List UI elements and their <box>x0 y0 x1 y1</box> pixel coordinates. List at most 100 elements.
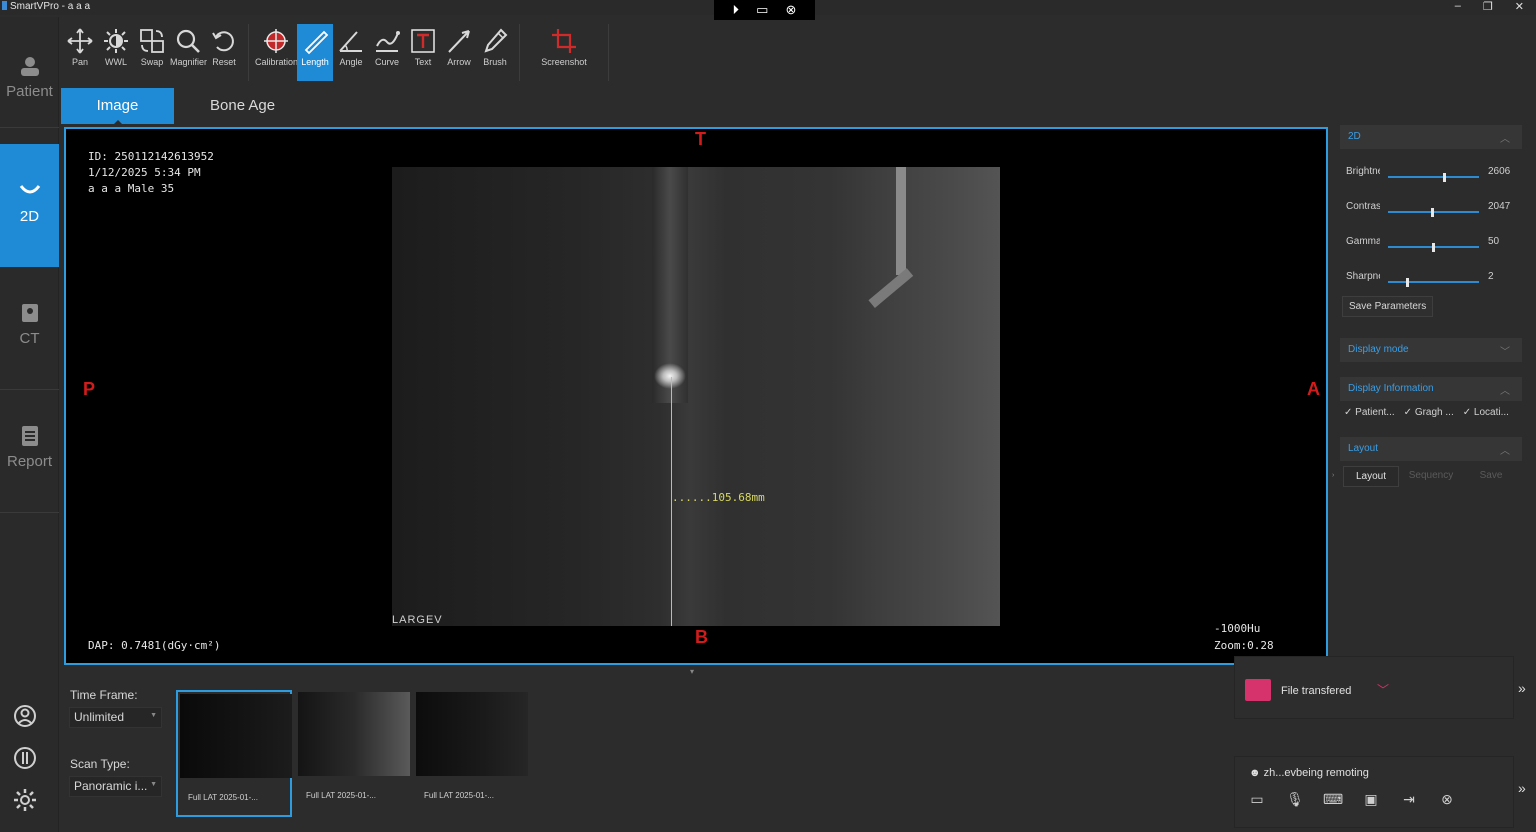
thumbnail-2[interactable]: Full LAT 2025-01-... <box>296 690 412 817</box>
display-info-header[interactable]: Display Information ︿ <box>1340 377 1522 401</box>
expand-right-icon[interactable]: » <box>1518 780 1526 796</box>
image-viewer[interactable]: ID: 250112142613952 1/12/2025 5:34 PM a … <box>64 127 1328 665</box>
nav-label-ct: CT <box>19 330 40 347</box>
check-patient[interactable]: ✓ Patient... <box>1344 407 1395 418</box>
gear-icon[interactable] <box>12 787 38 813</box>
thumbnail-image <box>298 692 410 776</box>
nav-item-2d[interactable]: 2D <box>0 144 59 267</box>
tool-label: Calibration <box>255 57 299 67</box>
tool-label: Swap <box>140 57 164 67</box>
nav-label-patient: Patient <box>6 83 53 100</box>
xray-marker <box>654 363 686 389</box>
length-tool-button[interactable]: Length <box>297 24 333 81</box>
check-patient-label: Patient... <box>1355 407 1395 418</box>
gamma-value: 50 <box>1488 236 1500 247</box>
nav-label-report: Report <box>6 453 53 470</box>
tool-label: Arrow <box>447 57 471 67</box>
thumbnail-caption: Full LAT 2025-01-... <box>424 791 494 800</box>
close-button[interactable]: ✕ <box>1515 0 1524 13</box>
dap-readout: DAP: 0.7481(dGy·cm²) <box>88 639 221 652</box>
wwl-tool-button[interactable]: WWL <box>98 24 134 81</box>
slider-knob[interactable] <box>1432 243 1435 252</box>
save-parameters-button[interactable]: Save Parameters <box>1342 296 1434 317</box>
minimize-button[interactable]: – <box>1455 0 1461 13</box>
layout-header[interactable]: Layout ︿ <box>1340 437 1522 461</box>
notification-text: File transfered <box>1281 685 1352 697</box>
toolbar: Pan WWL Swap Magnifier Reset Calibration… <box>62 24 615 82</box>
tab-bone-age[interactable]: Bone Age <box>174 88 311 124</box>
calibration-tool-button[interactable]: Calibration <box>255 24 299 81</box>
reset-tool-button[interactable]: Reset <box>206 24 242 81</box>
nav-label-2d: 2D <box>19 208 40 225</box>
arrow-tool-button[interactable]: Arrow <box>441 24 477 81</box>
thumbnail-image <box>416 692 528 776</box>
pan-tool-button[interactable]: Pan <box>62 24 98 81</box>
nav-item-patient[interactable]: Patient <box>0 55 59 100</box>
magnifier-tool-button[interactable]: Magnifier <box>170 24 207 81</box>
time-frame-value: Unlimited <box>74 710 125 724</box>
expand-right-icon[interactable]: » <box>1518 680 1526 696</box>
gamma-label: Gamma <box>1346 236 1380 247</box>
tool-label: Screenshot <box>541 57 587 67</box>
time-frame-select[interactable]: Unlimited ▼ <box>69 707 162 728</box>
tool-label: Reset <box>212 57 236 67</box>
contrast-slider[interactable] <box>1388 208 1479 217</box>
dropdown-arrow-icon: ▼ <box>150 712 157 719</box>
restore-button[interactable]: ❐ <box>1483 0 1493 13</box>
chevron-down-icon[interactable]: ﹀ <box>1377 681 1389 698</box>
sharpness-slider[interactable] <box>1388 278 1479 287</box>
file-transfer-icon[interactable]: ⇥ <box>1399 789 1419 809</box>
text-box-icon[interactable]: ▣ <box>1361 789 1381 809</box>
remote-pointer-icon[interactable]: ⏵ <box>733 2 740 18</box>
disconnect-icon[interactable]: ⊗ <box>1437 789 1457 809</box>
check-graph-label: Gragh ... <box>1414 407 1454 418</box>
gamma-slider[interactable] <box>1388 243 1479 252</box>
tab-image[interactable]: Image <box>61 88 174 125</box>
keyboard-icon[interactable]: ⌨ <box>1323 789 1343 809</box>
text-tool-button[interactable]: Text <box>405 24 441 81</box>
scan-type-select[interactable]: Panoramic i... ▼ <box>69 776 162 797</box>
nav-item-report[interactable]: Report <box>0 425 59 470</box>
arrow-icon <box>448 30 470 53</box>
layout-expand-icon[interactable]: › <box>1332 472 1334 479</box>
brightness-label: Brightness <box>1346 166 1380 177</box>
screenshot-icon <box>552 29 576 53</box>
check-graph[interactable]: ✓ Gragh ... <box>1404 407 1454 418</box>
angle-tool-button[interactable]: Angle <box>333 24 369 81</box>
curve-tool-button[interactable]: Curve <box>369 24 405 81</box>
remote-session-text: zh...evbeing remoting <box>1263 767 1369 779</box>
tool-label: WWL <box>105 57 127 67</box>
check-location[interactable]: ✓ Locati... <box>1463 407 1509 418</box>
sequency-button[interactable]: Sequency <box>1403 466 1459 487</box>
patient-overlay: ID: 250112142613952 1/12/2025 5:34 PM a … <box>88 149 214 197</box>
screenshot-tool-button[interactable]: Screenshot <box>526 24 602 81</box>
slider-knob[interactable] <box>1431 208 1435 217</box>
info-icon[interactable] <box>12 745 38 771</box>
thumbnail-3[interactable]: Full LAT 2025-01-... <box>414 690 530 817</box>
remote-close-icon[interactable]: ⊗ <box>786 2 797 18</box>
nav-item-ct[interactable]: CT <box>0 302 59 347</box>
remote-session-label: ☻ zh...evbeing remoting <box>1249 767 1369 779</box>
display-mode-title: Display mode <box>1348 344 1409 355</box>
collapse-arrow-icon[interactable]: ▾ <box>690 667 694 676</box>
thumbnail-1[interactable]: Full LAT 2025-01-... <box>176 690 292 817</box>
brightness-slider[interactable] <box>1388 173 1479 182</box>
thumbnail-image <box>180 694 292 778</box>
swap-tool-button[interactable]: Swap <box>134 24 170 81</box>
layout-button[interactable]: Layout <box>1343 466 1399 487</box>
slider-knob[interactable] <box>1443 173 1447 182</box>
xray-image[interactable]: LARGEV <box>392 167 1000 626</box>
orient-right: A <box>1307 379 1320 399</box>
section-2d-header[interactable]: 2D ︿ <box>1340 125 1522 149</box>
slider-knob[interactable] <box>1405 278 1409 287</box>
layout-save-button[interactable]: Save <box>1463 466 1519 487</box>
chat-icon[interactable]: ▭ <box>1247 789 1267 809</box>
user-icon[interactable] <box>12 703 38 729</box>
gamma-slider-row: Gamma 50 <box>1340 236 1522 271</box>
scan-type-value: Panoramic i... <box>74 779 148 793</box>
display-mode-header[interactable]: Display mode ﹀ <box>1340 338 1522 362</box>
brush-tool-button[interactable]: Brush <box>477 24 513 81</box>
remote-screen-icon[interactable]: ▭ <box>756 2 768 18</box>
microphone-icon[interactable]: 🎙 <box>1285 789 1305 809</box>
